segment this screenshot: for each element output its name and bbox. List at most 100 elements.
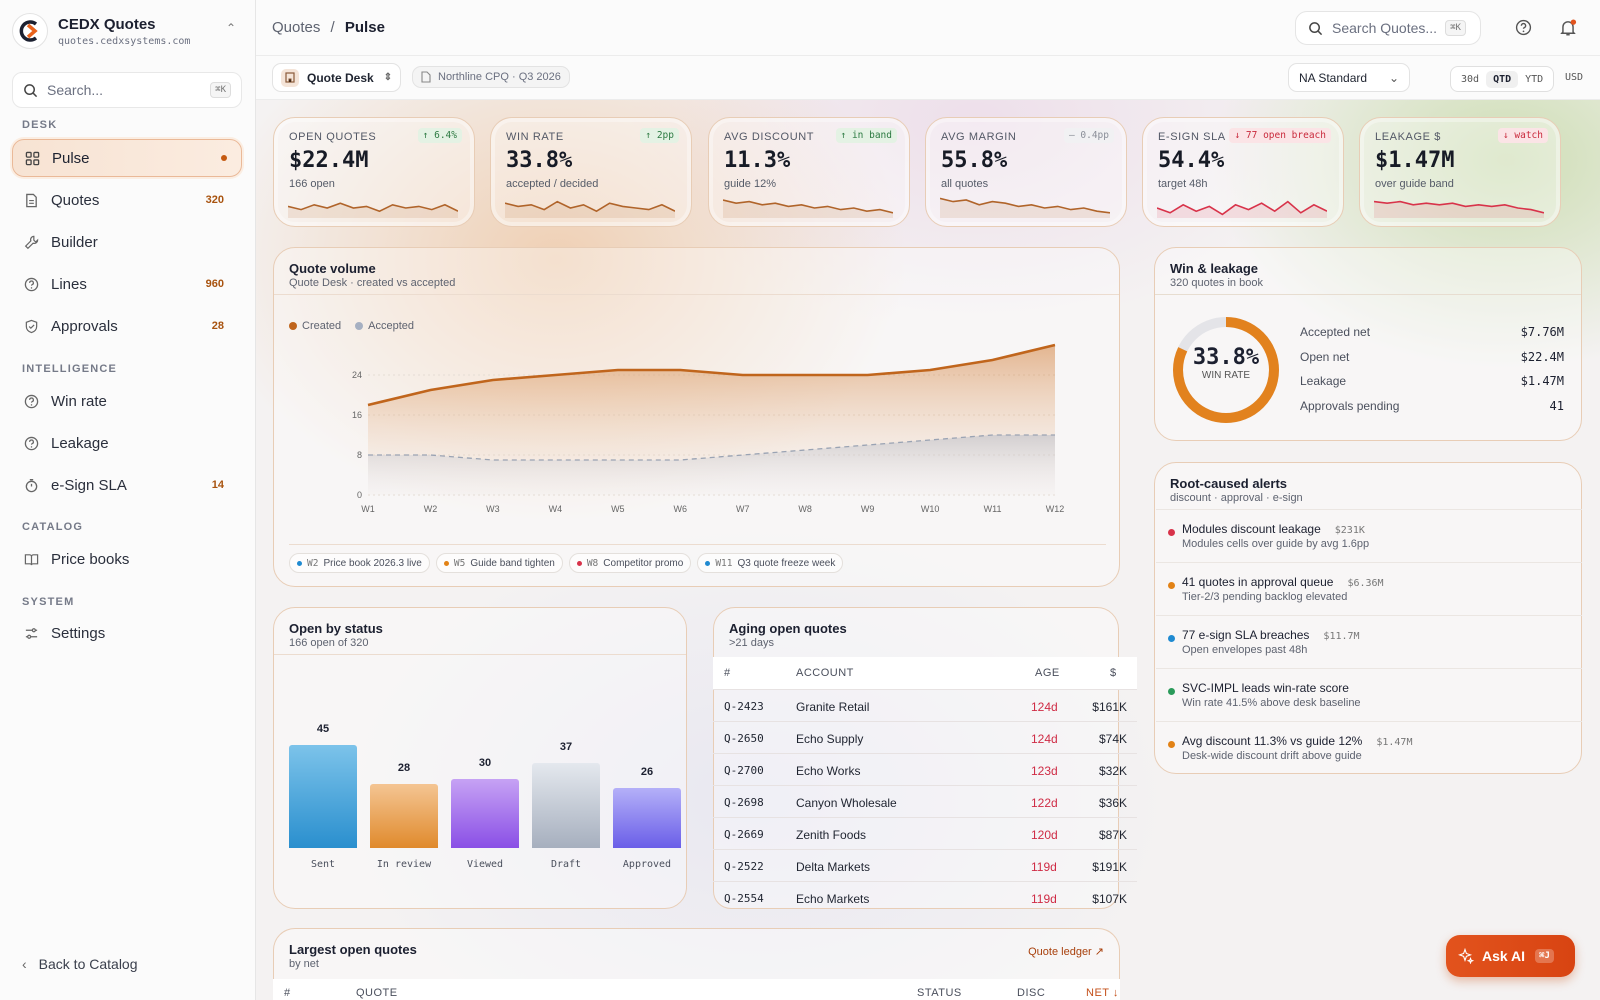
event-dot [576, 560, 582, 566]
amount-value: $32K [1098, 764, 1127, 778]
alert-item[interactable]: Modules discount leakage $231K Modules cel… [1156, 509, 1582, 562]
status-bar-in-review[interactable]: 28 In review [370, 668, 438, 898]
alert-item[interactable]: Avg discount 11.3% vs guide 12% $1.47M Des… [1156, 721, 1582, 774]
kpi-label: OPEN QUOTES [289, 131, 377, 143]
table-row[interactable]: Q-2700 Echo Works 123d $32K [713, 753, 1137, 785]
kpi-card-avg-discount[interactable]: AVG DISCOUNT 11.3% guide 12% ↑ in band [708, 117, 910, 227]
sparkline-area [723, 200, 893, 218]
table-row[interactable]: Q-2423 Granite Retail 124d $161K [713, 689, 1137, 721]
alert-item[interactable]: 41 quotes in approval queue $6.36M Tier-2/… [1156, 562, 1582, 615]
sidebar-item-esign-sla[interactable]: e-Sign SLA 14 [12, 466, 242, 504]
kpi-value: $22.4M [289, 148, 369, 173]
kpi-card-e-sign-sla[interactable]: E-SIGN SLA 54.4% target 48h ↓ 77 open breac… [1142, 117, 1344, 227]
sidebar-item-pulse[interactable]: Pulse [12, 139, 242, 177]
event-chip[interactable]: W5 Guide band tighten [435, 553, 563, 573]
stat-label: Accepted net [1300, 325, 1371, 339]
global-search[interactable]: Search Quotes... ⌘K [1295, 11, 1481, 45]
context-label: Northline CPQ · Q3 2026 [438, 71, 561, 83]
bar-label: In review [376, 859, 432, 870]
bar-value: 45 [316, 723, 330, 735]
event-week: W2 [307, 557, 319, 569]
table-row[interactable]: Q-2650 Echo Supply 124d $74K [713, 721, 1137, 753]
alert-item[interactable]: SVC-IMPL leads win-rate score Win rate 41… [1156, 668, 1582, 721]
table-row[interactable]: Q-2698 Canyon Wholesale 122d $36K [713, 785, 1137, 817]
grid-icon [25, 151, 40, 165]
range-ytd[interactable]: YTD [1518, 71, 1550, 88]
status-bar-approved[interactable]: 26 Approved [613, 668, 681, 898]
quote-ledger-link[interactable]: Quote ledger ↗ [1028, 945, 1104, 958]
table-row[interactable]: Q-2669 Zenith Foods 120d $87K [713, 817, 1137, 849]
event-chip[interactable]: W11 Q3 quote freeze week [697, 553, 844, 573]
legend-created[interactable]: Created [289, 320, 341, 332]
y-tick-label: 0 [357, 490, 362, 500]
stat-value: $1.47M [1520, 374, 1564, 388]
card-subtitle: by net [289, 958, 319, 970]
range-qtd[interactable]: QTD [1486, 70, 1519, 88]
kpi-card-avg-margin[interactable]: AVG MARGIN 55.8% all quotes — 0.4pp [925, 117, 1127, 227]
help-circle-icon [24, 436, 39, 450]
back-to-catalog-link[interactable]: ‹ Back to Catalog [22, 956, 138, 972]
sidebar-item-approvals[interactable]: Approvals 28 [12, 307, 242, 345]
workspace-select[interactable]: Quote Desk ⇕ [272, 63, 402, 92]
ask-ai-label: Ask AI [1482, 948, 1526, 964]
sidebar-item-count: 960 [205, 278, 224, 290]
alert-title-row: 77 e-sign SLA breaches $11.7M [1182, 628, 1360, 642]
sidebar-item-leakage[interactable]: Leakage [12, 424, 242, 462]
sidebar-item-settings[interactable]: Settings [12, 614, 242, 652]
workspace-switcher[interactable]: CEDX Quotes quotes.cedxsystems.com ⌃ [12, 12, 244, 50]
section-intelligence: INTELLIGENCE [22, 363, 118, 375]
alert-subtext: Win rate 41.5% above desk baseline [1182, 697, 1361, 709]
sidebar-item-label: Pulse [52, 149, 90, 167]
event-chip[interactable]: W2 Price book 2026.3 live [289, 553, 430, 573]
alert-subtext: Open envelopes past 48h [1182, 644, 1308, 656]
sidebar-item-lines[interactable]: Lines 960 [12, 265, 242, 303]
help-icon[interactable] [1515, 19, 1532, 36]
status-bar-viewed[interactable]: 30 Viewed [451, 668, 519, 898]
currency-label[interactable]: USD [1565, 72, 1583, 83]
region-select[interactable]: NA Standard ⌄ [1288, 63, 1410, 92]
sidebar-item-label: Builder [51, 233, 98, 251]
ask-ai-button[interactable]: Ask AI ⌘J [1446, 935, 1575, 977]
kpi-value: 33.8% [506, 148, 573, 173]
breadcrumb-quotes[interactable]: Quotes [272, 19, 320, 36]
range-30d[interactable]: 30d [1454, 71, 1486, 88]
file-icon [421, 71, 431, 83]
kpi-delta-badge: ↑ 2pp [640, 128, 679, 143]
kpi-card-win-rate[interactable]: WIN RATE 33.8% accepted / decided ↑ 2pp [490, 117, 692, 227]
bar-fill [613, 788, 681, 848]
sidebar-item-win-rate[interactable]: Win rate [12, 382, 242, 420]
alert-amount: $6.36M [1347, 578, 1384, 589]
col-net-sorted[interactable]: NET ↓ [1086, 987, 1119, 999]
kpi-sparkline [288, 202, 458, 218]
sidebar-item-builder[interactable]: Builder [12, 223, 242, 261]
alert-subtext: Desk-wide discount drift above guide [1182, 750, 1362, 762]
kpi-sparkline [723, 199, 893, 218]
kpi-label: E-SIGN SLA [1158, 131, 1226, 143]
stat-value: 41 [1549, 399, 1564, 413]
range-toggle: 30d QTD YTD [1450, 66, 1555, 92]
sidebar-item-quotes[interactable]: Quotes 320 [12, 181, 242, 219]
sidebar-item-price-books[interactable]: Price books [12, 540, 242, 578]
bar-value: 30 [478, 757, 492, 769]
bar-label: Viewed [466, 859, 504, 870]
sidebar-search[interactable]: Search... ⌘K [12, 72, 242, 108]
status-bar-sent[interactable]: 45 Sent [289, 668, 357, 898]
legend-accepted[interactable]: Accepted [355, 320, 414, 332]
sidebar-item-label: Lines [51, 275, 87, 293]
card-title: Largest open quotes [289, 942, 417, 957]
table-row[interactable]: Q-2522 Delta Markets 119d $191K [713, 849, 1137, 881]
kpi-card-leakage[interactable]: LEAKAGE $ $1.47M over guide band ↓ watch [1359, 117, 1561, 227]
amount-value: $191K [1092, 860, 1127, 874]
aging-table: # ACCOUNT AGE $ Q-2423 Granite Retail 124d… [713, 607, 1137, 909]
alert-severity-dot [1168, 688, 1175, 695]
alert-item[interactable]: 77 e-sign SLA breaches $11.7M Open envelop… [1156, 615, 1582, 668]
bell-icon[interactable] [1559, 19, 1577, 37]
kpi-card-open-quotes[interactable]: OPEN QUOTES $22.4M 166 open ↑ 6.4% [273, 117, 475, 227]
bar-fill [451, 779, 519, 848]
status-bar-draft[interactable]: 37 Draft [532, 668, 600, 898]
top-bar: Quotes / Pulse Search Quotes... ⌘K [256, 0, 1600, 56]
quote-id: Q-2698 [724, 796, 764, 809]
table-row[interactable]: Q-2554 Echo Markets 119d $107K [713, 881, 1137, 909]
age-value: 123d [1031, 764, 1058, 778]
event-chip[interactable]: W8 Competitor promo [568, 553, 692, 573]
